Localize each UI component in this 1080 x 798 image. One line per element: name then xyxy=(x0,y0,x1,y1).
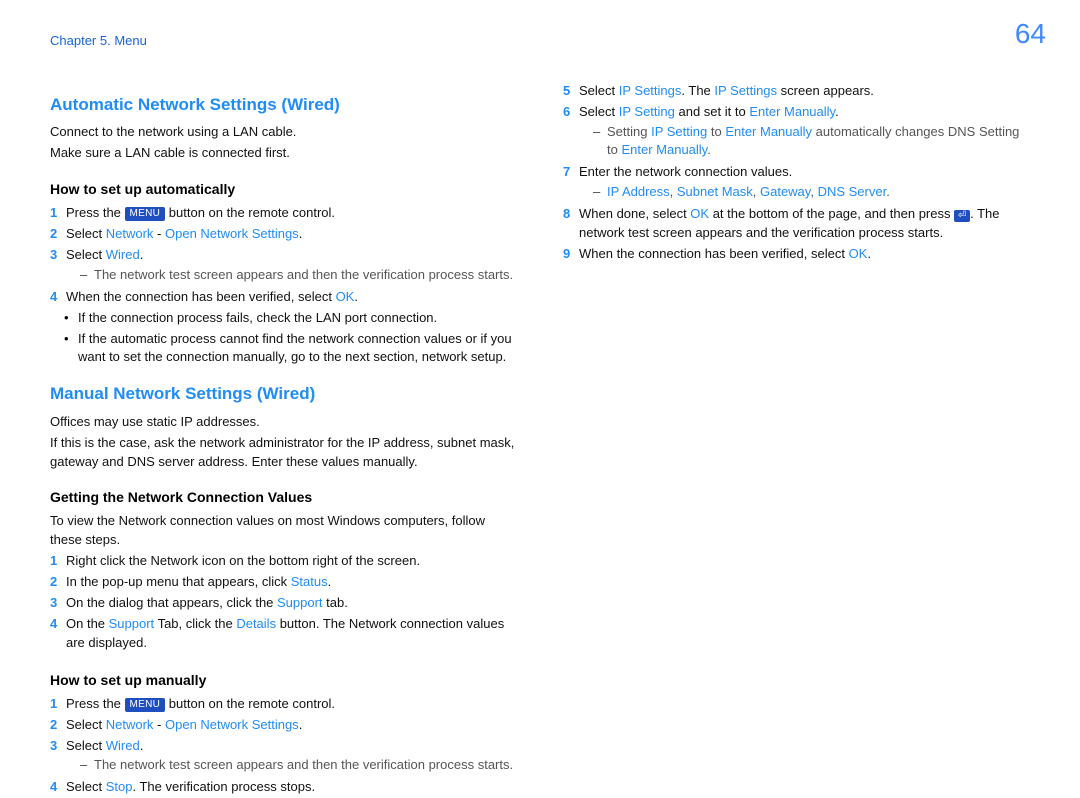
auto-step-4a: When the connection has been verified, s… xyxy=(66,289,336,304)
link-dns-server: DNS Server xyxy=(818,184,887,199)
get-step-2: 2In the pop-up menu that appears, click … xyxy=(50,572,517,593)
heading-manual-wired: Manual Network Settings (Wired) xyxy=(50,382,517,407)
man-step-7-note: IP Address, Subnet Mask, Gateway, DNS Se… xyxy=(579,182,1030,203)
link-open-network-settings: Open Network Settings xyxy=(165,226,299,241)
right-column: 5Select IP Settings. The IP Settings scr… xyxy=(563,79,1030,798)
heading-get-values: Getting the Network Connection Values xyxy=(50,487,517,507)
link-open-network-settings: Open Network Settings xyxy=(165,717,299,732)
link-details: Details xyxy=(236,616,276,631)
link-ip-settings: IP Settings xyxy=(619,83,682,98)
get-intro: To view the Network connection values on… xyxy=(50,512,517,550)
man-step-7: 7Enter the network connection values. IP… xyxy=(563,162,1030,204)
get-step-1: 1Right click the Network icon on the bot… xyxy=(50,551,517,572)
menu-chip-icon: MENU xyxy=(125,207,166,221)
link-ok: OK xyxy=(849,246,868,261)
link-stop: Stop xyxy=(106,779,133,794)
man-step-3-note: The network test screen appears and then… xyxy=(66,755,517,776)
link-network: Network xyxy=(106,226,154,241)
man-step-1: 1Press the MENU button on the remote con… xyxy=(50,694,517,715)
auto-intro-1: Connect to the network using a LAN cable… xyxy=(50,123,517,142)
man-step-2: 2Select Network - Open Network Settings. xyxy=(50,715,517,736)
heading-manual-howto: How to set up manually xyxy=(50,670,517,690)
auto-bullet-2: If the automatic process cannot find the… xyxy=(50,329,517,369)
page: 64 Chapter 5. Menu Automatic Network Set… xyxy=(0,0,1080,763)
auto-intro-2: Make sure a LAN cable is connected first… xyxy=(50,144,517,163)
man-step-9: 9When the connection has been verified, … xyxy=(563,244,1030,265)
man-step-5: 5Select IP Settings. The IP Settings scr… xyxy=(563,81,1030,102)
auto-step-2: 2 Select Network - Open Network Settings… xyxy=(50,224,517,245)
auto-step-3: 3 Select Wired. The network test screen … xyxy=(50,245,517,287)
link-status: Status xyxy=(291,574,328,589)
link-ip-settings-2: IP Settings xyxy=(714,83,777,98)
heading-auto-wired: Automatic Network Settings (Wired) xyxy=(50,93,517,118)
running-head: Chapter 5. Menu xyxy=(50,32,1030,51)
manual-steps-continued: 5Select IP Settings. The IP Settings scr… xyxy=(563,81,1030,265)
link-enter-manually: Enter Manually xyxy=(749,104,835,119)
auto-step-4: 4 When the connection has been verified,… xyxy=(50,287,517,308)
get-step-4: 4On the Support Tab, click the Details b… xyxy=(50,614,517,654)
link-wired: Wired xyxy=(106,247,140,262)
manual-steps: 1Press the MENU button on the remote con… xyxy=(50,694,517,798)
content-columns: Automatic Network Settings (Wired) Conne… xyxy=(50,79,1030,798)
man-step-6-note: Setting IP Setting to Enter Manually aut… xyxy=(579,122,1030,162)
link-support-2: Support xyxy=(109,616,155,631)
link-gateway: Gateway xyxy=(760,184,810,199)
auto-step-3a: Select xyxy=(66,247,106,262)
get-step-3: 3On the dialog that appears, click the S… xyxy=(50,593,517,614)
heading-auto-howto: How to set up automatically xyxy=(50,179,517,199)
link-network: Network xyxy=(106,717,154,732)
man-step-6: 6Select IP Setting and set it to Enter M… xyxy=(563,102,1030,163)
auto-step-3-note: The network test screen appears and then… xyxy=(66,265,517,286)
man-step-4: 4Select Stop. The verification process s… xyxy=(50,777,517,798)
left-column: Automatic Network Settings (Wired) Conne… xyxy=(50,79,517,798)
manual-p1: Offices may use static IP addresses. xyxy=(50,413,517,432)
page-number: 64 xyxy=(1015,14,1046,55)
link-ok: OK xyxy=(336,289,355,304)
auto-step-2a: Select xyxy=(66,226,106,241)
menu-chip-icon: MENU xyxy=(125,698,166,712)
get-steps: 1Right click the Network icon on the bot… xyxy=(50,551,517,653)
link-subnet-mask: Subnet Mask xyxy=(677,184,753,199)
link-ip-setting: IP Setting xyxy=(619,104,675,119)
link-wired: Wired xyxy=(106,738,140,753)
auto-bullet-1: If the connection process fails, check t… xyxy=(50,308,517,329)
auto-steps: 1 Press the MENU button on the remote co… xyxy=(50,203,517,307)
enter-chip-icon: ⏎ xyxy=(954,210,970,222)
auto-step-1: 1 Press the MENU button on the remote co… xyxy=(50,203,517,224)
man-step-8: 8When done, select OK at the bottom of t… xyxy=(563,204,1030,244)
auto-step-1b: button on the remote control. xyxy=(165,205,335,220)
auto-step-1a: Press the xyxy=(66,205,125,220)
man-step-3: 3Select Wired. The network test screen a… xyxy=(50,736,517,778)
manual-p2: If this is the case, ask the network adm… xyxy=(50,434,517,472)
link-support: Support xyxy=(277,595,323,610)
link-ok: OK xyxy=(690,206,709,221)
link-ip-address: IP Address xyxy=(607,184,670,199)
